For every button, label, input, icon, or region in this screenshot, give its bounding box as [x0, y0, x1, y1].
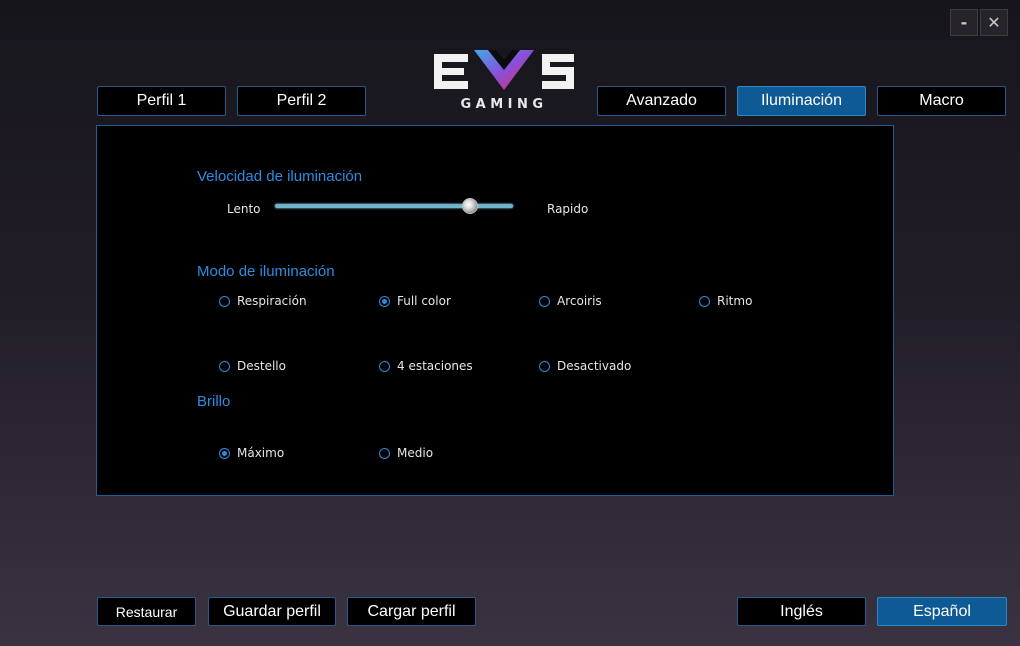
close-button[interactable]: ✕	[980, 9, 1008, 36]
mode-section-title: Modo de iluminación	[197, 263, 335, 280]
brightness-section-title: Brillo	[197, 393, 231, 410]
radio-full-color[interactable]: Full color	[379, 294, 451, 308]
tab-perfil-2[interactable]: Perfil 2	[237, 86, 366, 116]
radio-label: Full color	[397, 294, 451, 308]
radio-respiracion[interactable]: Respiración	[219, 294, 307, 308]
radio-4-estaciones[interactable]: 4 estaciones	[379, 359, 473, 373]
radio-label: Medio	[397, 446, 434, 460]
restore-button[interactable]: Restaurar	[97, 597, 196, 626]
radio-label: Desactivado	[557, 359, 632, 373]
evs-gaming-logo: GAMING	[430, 44, 578, 116]
tab-macro[interactable]: Macro	[877, 86, 1006, 116]
radio-circle	[379, 360, 390, 372]
save-profile-button[interactable]: Guardar perfil	[208, 597, 336, 626]
logo-subtitle: GAMING	[460, 97, 548, 112]
radio-circle	[219, 447, 230, 459]
radio-circle	[219, 360, 230, 372]
radio-label: Arcoiris	[557, 294, 602, 308]
radio-circle	[379, 295, 390, 307]
radio-desactivado[interactable]: Desactivado	[539, 359, 631, 373]
radio-circle	[219, 295, 230, 307]
tab-iluminacion[interactable]: Iluminación	[737, 86, 866, 116]
speed-min-label: Lento	[227, 202, 261, 216]
evs-logo-mark	[434, 50, 574, 90]
minimize-button[interactable]: -	[950, 9, 978, 36]
tab-avanzado[interactable]: Avanzado	[597, 86, 726, 116]
lighting-panel: Velocidad de iluminación Lento Rapido Mo…	[96, 125, 894, 496]
radio-maximo[interactable]: Máximo	[219, 446, 284, 460]
speed-section-title: Velocidad de iluminación	[197, 168, 363, 185]
radio-label: Máximo	[237, 446, 285, 460]
speed-slider-thumb[interactable]	[462, 198, 479, 214]
radio-medio[interactable]: Medio	[379, 446, 433, 460]
radio-arcoiris[interactable]: Arcoiris	[539, 294, 602, 308]
load-profile-button[interactable]: Cargar perfil	[347, 597, 476, 626]
radio-label: Respiración	[237, 294, 307, 308]
radio-ritmo[interactable]: Ritmo	[699, 294, 752, 308]
tab-perfil-1[interactable]: Perfil 1	[97, 86, 226, 116]
language-english-button[interactable]: Inglés	[737, 597, 866, 626]
speed-max-label: Rapido	[547, 202, 589, 216]
radio-label: Destello	[237, 359, 286, 373]
radio-label: Ritmo	[717, 294, 753, 308]
radio-circle	[379, 447, 390, 459]
radio-label: 4 estaciones	[397, 359, 473, 373]
radio-destello[interactable]: Destello	[219, 359, 286, 373]
radio-circle	[699, 295, 710, 307]
radio-circle	[539, 360, 550, 372]
radio-circle	[539, 295, 550, 307]
language-spanish-button[interactable]: Español	[877, 597, 1007, 626]
